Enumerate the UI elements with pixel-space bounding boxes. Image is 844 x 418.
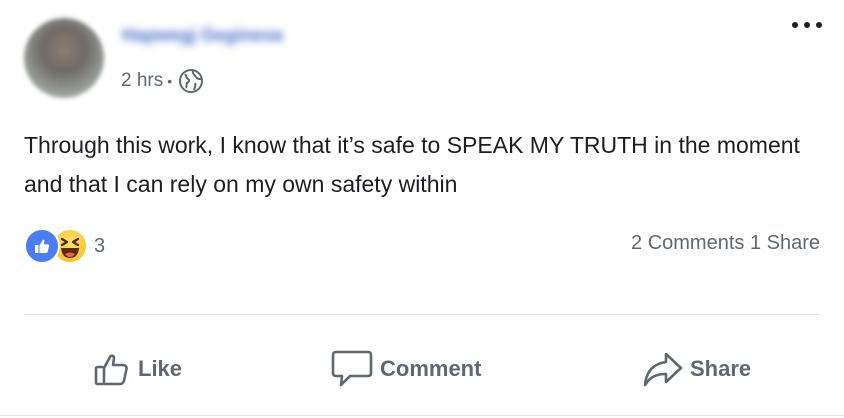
more-dot: [792, 22, 798, 28]
more-dot: [816, 22, 822, 28]
like-button[interactable]: Like: [92, 340, 182, 398]
comment-button-label: Comment: [380, 356, 482, 381]
comment-button[interactable]: Comment: [330, 340, 481, 398]
post-text: Through this work, I know that it’s safe…: [24, 132, 800, 197]
more-dot: [804, 22, 810, 28]
share-button-label: Share: [690, 356, 752, 381]
card-bottom-border: [0, 415, 844, 416]
post-timestamp[interactable]: 2 hrs: [121, 70, 163, 92]
thumbs-up-icon: [94, 354, 128, 386]
divider: [24, 314, 820, 315]
more-options-icon[interactable]: [792, 12, 822, 38]
author-name[interactable]: Hapwegj Gegineoa: [122, 22, 354, 48]
like-reaction-icon: [24, 228, 60, 264]
meta-separator: •: [167, 73, 173, 89]
post-meta: 2 hrs •: [121, 66, 204, 96]
reaction-count: 3: [94, 234, 106, 257]
post-card: Hapwegj Gegineoa 2 hrs • Through this wo…: [0, 0, 844, 418]
share-arrow-icon: [643, 352, 683, 387]
reactions-summary[interactable]: 3: [24, 228, 106, 264]
globe-icon[interactable]: [178, 68, 204, 94]
avatar[interactable]: [24, 18, 104, 98]
comments-shares-link[interactable]: 2 Comments 1 Share: [631, 232, 820, 255]
speech-bubble-icon: [331, 350, 373, 387]
like-button-label: Like: [138, 356, 183, 381]
share-button[interactable]: Share: [642, 340, 751, 398]
